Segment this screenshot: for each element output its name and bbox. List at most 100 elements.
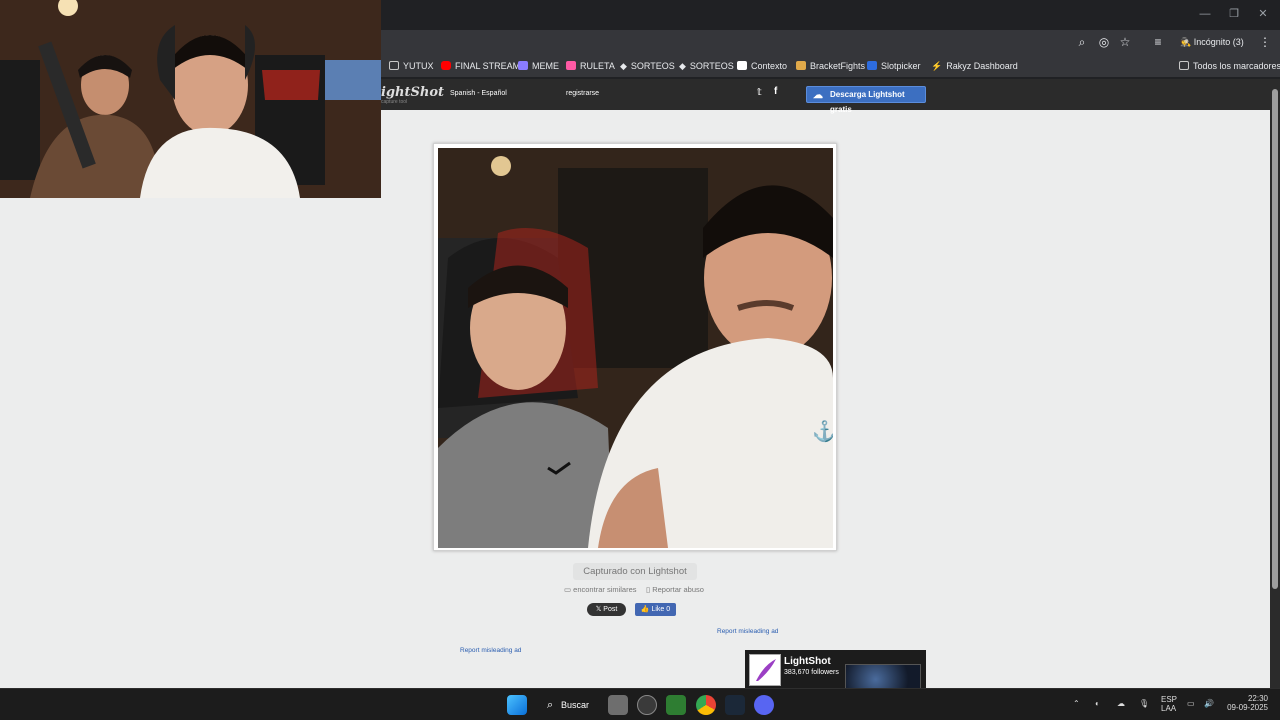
taskbar-search-label: Buscar (561, 700, 590, 710)
taskbar-search[interactable]: ⌕ Buscar (537, 694, 601, 716)
diamond-icon: ◆ (620, 61, 627, 71)
page-scrollbar[interactable] (1270, 79, 1280, 688)
download-button[interactable]: ☁ Descarga Lightshot gratis (806, 86, 926, 114)
svg-text:⚓: ⚓ (812, 419, 833, 443)
discord-icon[interactable] (754, 695, 774, 715)
register-link[interactable]: registrarse (566, 90, 599, 97)
facebook-icon[interactable]: f (774, 86, 777, 97)
language-selector[interactable]: Spanish - Español (450, 90, 507, 97)
chevron-up-icon[interactable]: ⌃ (1073, 699, 1080, 708)
bookmark-label: Rakyz Dashboard (946, 61, 1018, 71)
all-bookmarks-label: Todos los marcadores (1193, 61, 1280, 71)
bookmark-label: FINAL STREAM (455, 61, 521, 71)
bookmark-star-icon[interactable]: ☆ (1117, 34, 1133, 50)
chrome-icon[interactable] (696, 695, 716, 715)
bookmark-label: RULETA (580, 61, 615, 71)
bookmark-label: SORTEOS (630, 61, 675, 71)
zoom-icon[interactable]: ⌕ (1074, 34, 1090, 50)
youtube-icon (441, 61, 451, 70)
minimize-icon[interactable]: — (1195, 6, 1215, 22)
twitter-icon[interactable]: 𝕥 (757, 87, 762, 98)
bookmark-bracketfights[interactable]: BracketFights (796, 58, 865, 74)
fb-page-name: LightShot (784, 656, 831, 667)
post-label: Post (603, 606, 618, 613)
logo-tagline: capture tool (381, 99, 408, 105)
screenshot-image[interactable]: ⚓ (438, 148, 833, 548)
webcam-overlay (0, 0, 381, 198)
memes-icon (518, 61, 528, 70)
windows-taskbar: ⌕ Buscar ⌃ ◐ ☁ 🎙 ESP LAA ▭ 🔊 22:30 09-09… (0, 688, 1280, 720)
time: 22:30 (1247, 694, 1268, 703)
steam-tray-icon[interactable]: ◐ (1095, 699, 1100, 708)
find-similar-label: encontrar similares (573, 585, 637, 594)
bookmark-contexto[interactable]: Contexto (737, 58, 787, 74)
bookmark-label: YUTUX (403, 61, 434, 71)
incognito-label: Incógnito (3) (1193, 37, 1244, 47)
incognito-icon: 🕵 (1180, 37, 1194, 47)
fb-followers: 383,670 followers (784, 669, 839, 676)
bookmark-slotpicker[interactable]: Slotpicker (867, 58, 921, 74)
cloud-tray-icon[interactable]: ☁ (1117, 699, 1125, 708)
screenshot-frame: ⚓ (433, 143, 837, 551)
bookmark-rakyz-dashboard[interactable]: ⚡ Rakyz Dashboard (931, 58, 1018, 74)
report-misleading-ad-link[interactable]: Report misleading ad (717, 628, 778, 635)
bookmark-label: BracketFights (810, 61, 866, 71)
bookmark-label: SORTEOS (689, 61, 734, 71)
reading-list-icon[interactable]: ≡ (1150, 34, 1166, 50)
language-indicator[interactable]: ESP LAA (1161, 695, 1177, 713)
captured-with-lightshot: Capturado con Lightshot (573, 563, 697, 580)
bookmark-sorteos-2[interactable]: ◆ SORTEOS (679, 58, 734, 74)
menu-icon[interactable]: ⋮ (1257, 34, 1273, 50)
report-abuse-link[interactable]: ▯ Reportar abuso (646, 585, 704, 594)
language-top: ESP (1161, 695, 1178, 704)
task-view-icon[interactable] (608, 695, 628, 715)
lightshot-feather-icon (749, 654, 781, 686)
facebook-page-widget[interactable]: LightShot 383,670 followers (745, 650, 926, 688)
lightshot-logo[interactable]: ightShot (381, 85, 444, 100)
bookmark-ruleta[interactable]: RULETA (566, 58, 615, 74)
contexto-icon (737, 61, 747, 70)
screenshot-photo: ⚓ (438, 148, 833, 548)
fb-cover-image (845, 664, 921, 688)
all-bookmarks[interactable]: Todos los marcadores (1179, 58, 1280, 74)
close-icon[interactable]: ✕ (1253, 6, 1273, 22)
bolt-icon: ⚡ (931, 61, 943, 71)
search-icon: ⌕ (547, 699, 554, 711)
volume-icon[interactable]: 🔊 (1204, 699, 1214, 708)
report-misleading-ad-link[interactable]: Report misleading ad (460, 647, 521, 654)
microphone-icon[interactable]: 🎙 (1139, 699, 1149, 708)
bookmark-label: Slotpicker (881, 61, 921, 71)
trophy-icon (796, 61, 806, 70)
find-similar-link[interactable]: ▭ encontrar similares (564, 585, 637, 594)
eye-off-icon[interactable]: ◎ (1096, 34, 1112, 50)
steam-icon[interactable] (725, 695, 745, 715)
network-icon[interactable]: ▭ (1187, 699, 1195, 708)
cloud-download-icon: ☁ (813, 90, 823, 101)
clock[interactable]: 22:30 09-09-2025 (1226, 694, 1268, 712)
report-abuse-label: Reportar abuso (652, 585, 704, 594)
date: 09-09-2025 (1227, 703, 1268, 712)
image-icon: ▭ (564, 585, 574, 594)
roulette-icon (566, 61, 576, 70)
incognito-button[interactable]: 🕵 Incógnito (3) (1180, 34, 1244, 50)
bookmark-final-stream[interactable]: FINAL STREAM (441, 58, 520, 74)
download-button-label: Descarga Lightshot gratis (830, 90, 905, 114)
bookmark-yutux[interactable]: YUTUX (389, 58, 434, 74)
obs-icon[interactable] (637, 695, 657, 715)
bookmark-sorteos-1[interactable]: ◆ SORTEOS (620, 58, 675, 74)
x-post-button[interactable]: 𝕏 Post (587, 603, 626, 616)
windows-start-icon[interactable] (507, 695, 527, 715)
language-bottom: LAA (1161, 704, 1177, 713)
file-explorer-icon[interactable] (666, 695, 686, 715)
webcam-video (0, 0, 381, 198)
bookmark-label: Contexto (751, 61, 788, 71)
thumbs-up-icon: 👍 (640, 606, 652, 613)
scroll-thumb[interactable] (1272, 89, 1278, 589)
folder-icon (1179, 61, 1189, 70)
facebook-like-button[interactable]: 👍 Like 0 (635, 603, 676, 616)
sp-icon (867, 61, 877, 70)
diamond-icon: ◆ (679, 61, 686, 71)
bookmark-meme[interactable]: MEME (518, 58, 559, 74)
bookmark-label: MEME (532, 61, 559, 71)
restore-icon[interactable]: ❐ (1224, 6, 1244, 22)
